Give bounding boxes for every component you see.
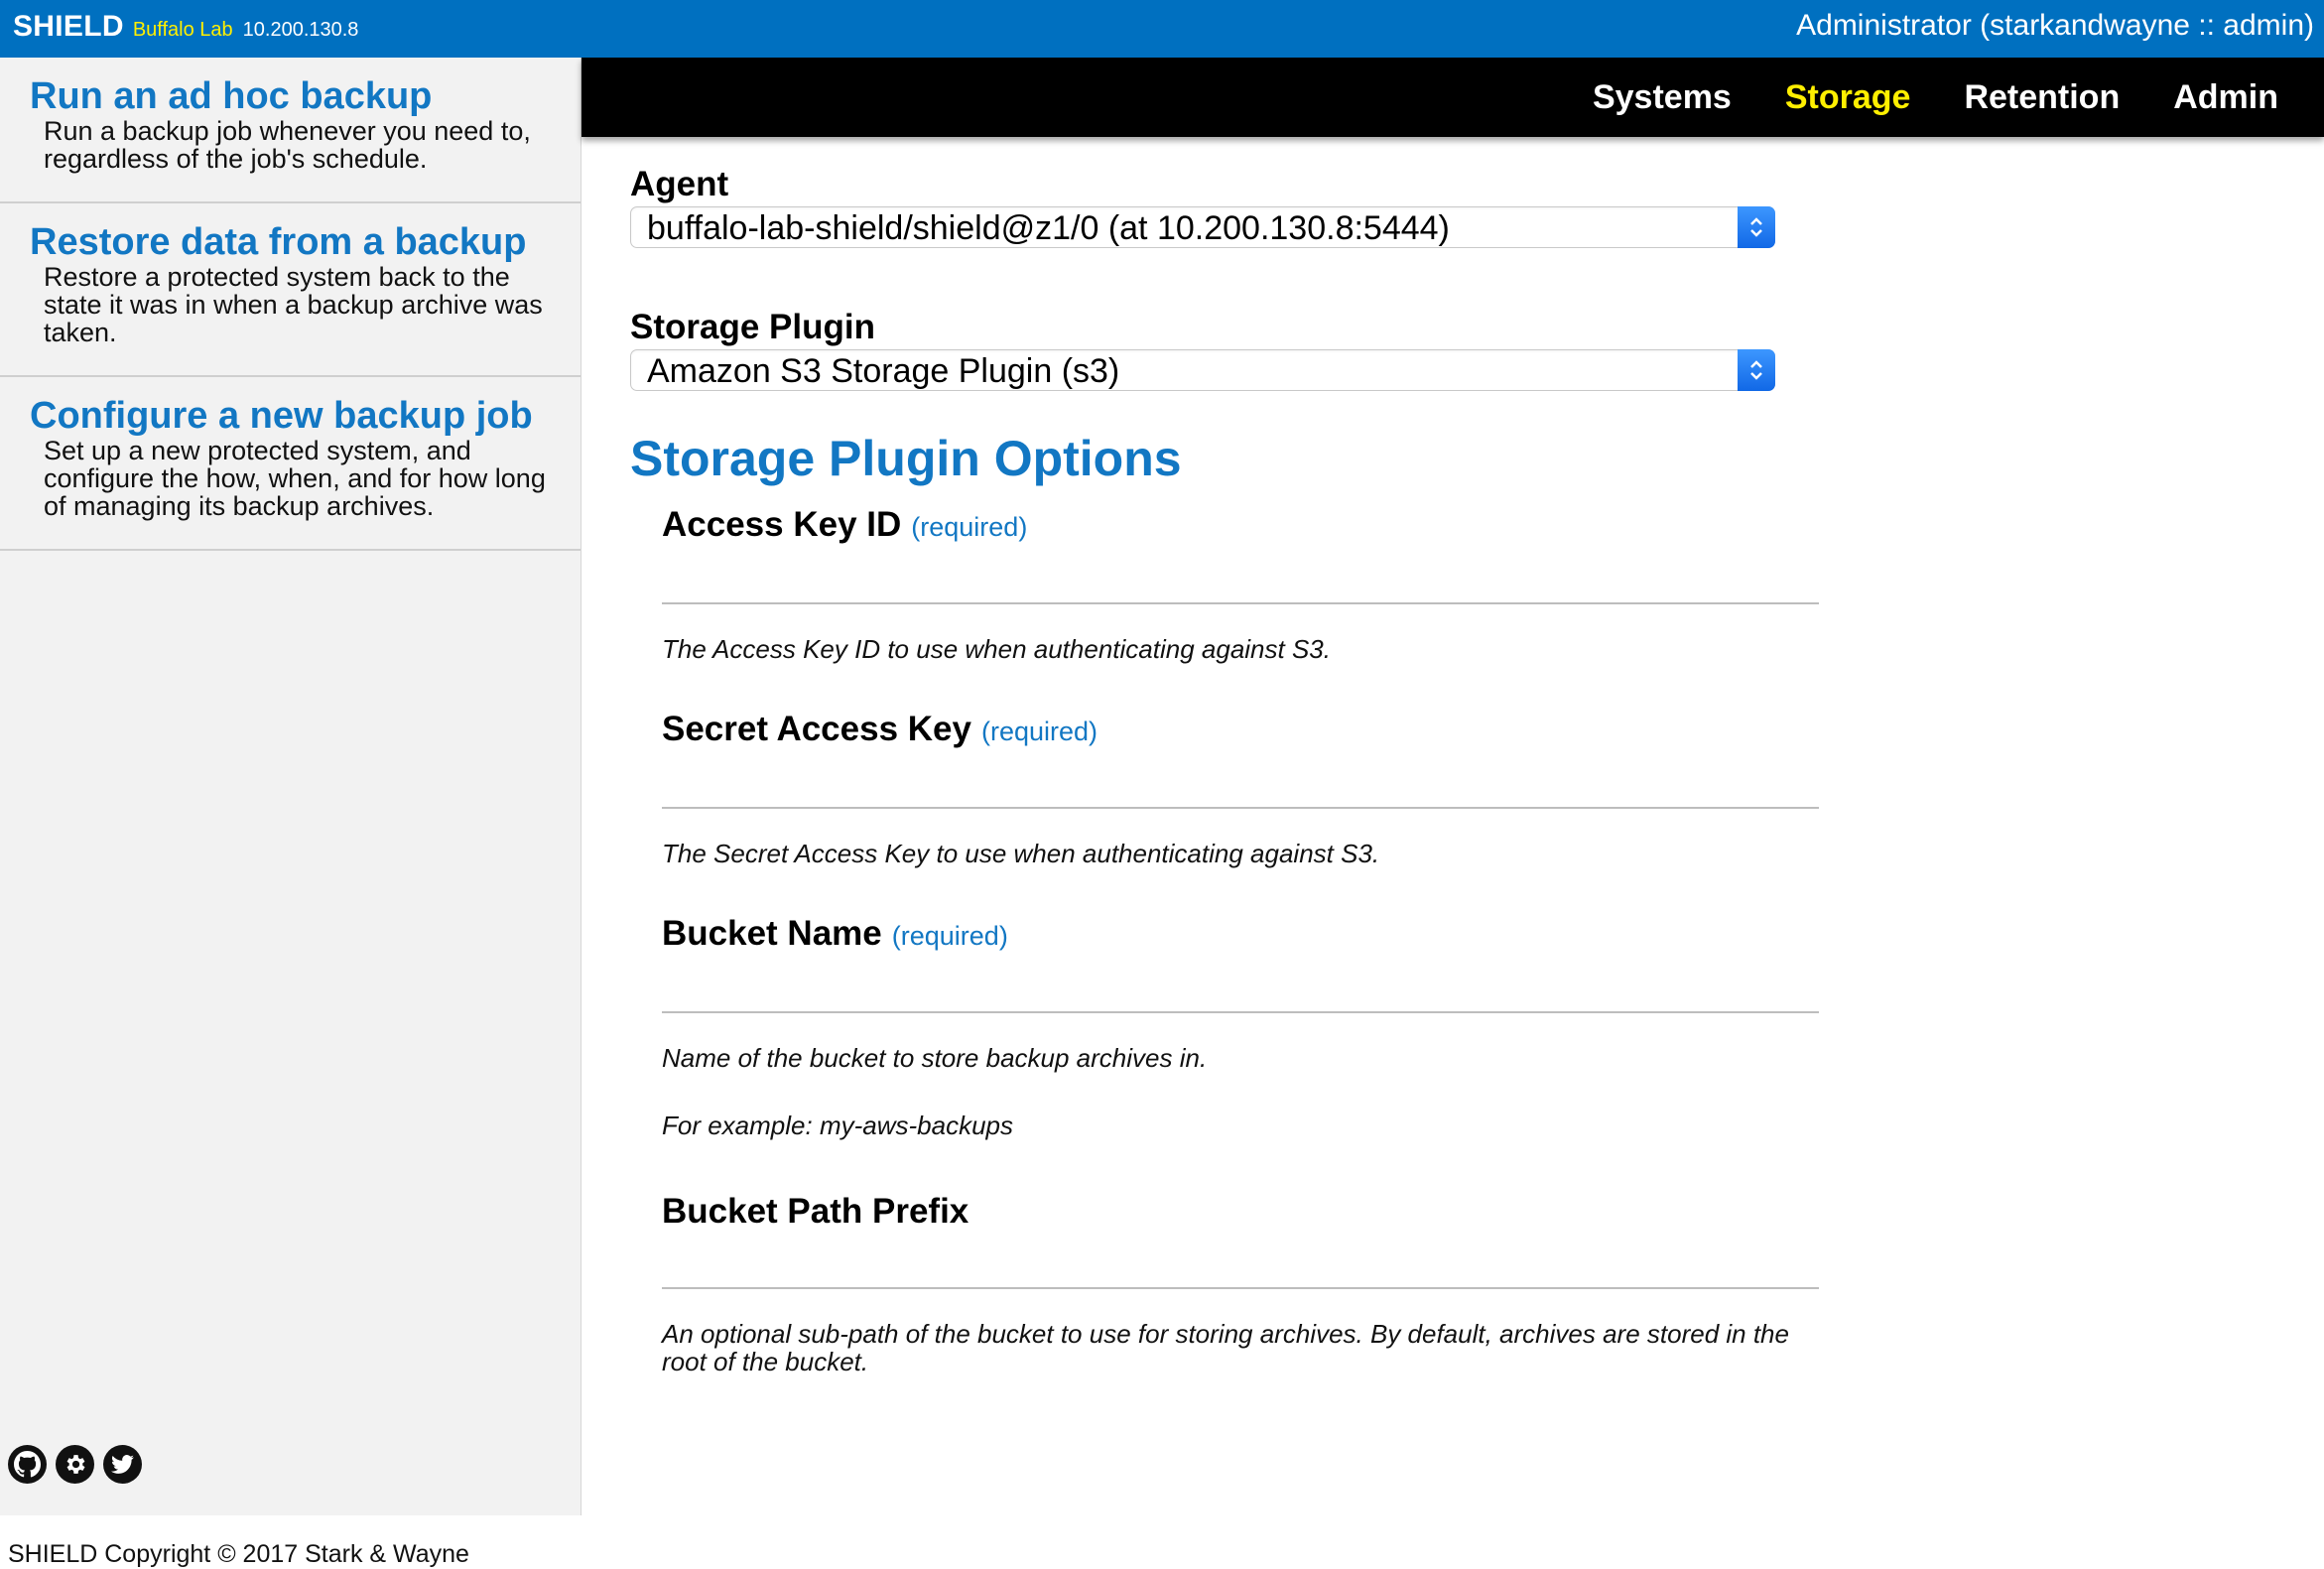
brand-name[interactable]: SHIELD (13, 10, 124, 44)
access-key-id-input[interactable] (662, 547, 1819, 604)
nav-storage[interactable]: Storage (1785, 78, 1911, 117)
nav-systems[interactable]: Systems (1593, 78, 1732, 117)
option-secret-access-key: Secret Access Key (required) The Secret … (662, 710, 1819, 867)
bucket-name-example: For example: my-aws-backups (662, 1111, 1013, 1140)
configure-job-description: Set up a new protected system, and confi… (44, 436, 546, 521)
gear-icon[interactable] (56, 1445, 94, 1484)
option-bucket-name: Bucket Name (required) Name of the bucke… (662, 914, 1819, 1139)
twitter-icon[interactable] (103, 1445, 142, 1484)
environment-ip: 10.200.130.8 (242, 19, 359, 41)
sidebar-item-configure-job: Configure a new backup job Set up a new … (0, 377, 581, 551)
bucket-path-prefix-label: Bucket Path Prefix (662, 1192, 969, 1231)
select-stepper-icon (1738, 349, 1775, 391)
secret-access-key-help: The Secret Access Key to use when authen… (662, 839, 1380, 868)
sidebar-item-adhoc-backup: Run an ad hoc backup Run a backup job wh… (0, 58, 581, 203)
bucket-name-label: Bucket Name (662, 914, 882, 953)
plugin-options-title: Storage Plugin Options (630, 431, 1182, 486)
nav-retention[interactable]: Retention (1964, 78, 2120, 117)
bucket-path-prefix-help: An optional sub-path of the bucket to us… (662, 1319, 1789, 1376)
required-tag: (required) (911, 512, 1028, 542)
storage-form: Agent buffalo-lab-shield/shield@z1/0 (at… (630, 165, 1821, 1375)
required-tag: (required) (891, 921, 1008, 951)
storage-plugin-select[interactable]: Amazon S3 Storage Plugin (s3) (630, 349, 1775, 391)
access-key-id-help: The Access Key ID to use when authentica… (662, 634, 1331, 664)
github-icon[interactable] (8, 1445, 47, 1484)
secret-access-key-input[interactable] (662, 751, 1819, 809)
access-key-id-label: Access Key ID (662, 505, 902, 544)
storage-plugin-label: Storage Plugin (630, 308, 875, 346)
copyright: SHIELD Copyright © 2017 Stark & Wayne (8, 1540, 469, 1568)
agent-select-value: buffalo-lab-shield/shield@z1/0 (at 10.20… (647, 209, 1450, 247)
bucket-path-prefix-input[interactable] (662, 1232, 1819, 1289)
environment-name: Buffalo Lab (132, 19, 233, 41)
bucket-name-input[interactable] (662, 956, 1819, 1013)
agent-select[interactable]: buffalo-lab-shield/shield@z1/0 (at 10.20… (630, 206, 1775, 248)
adhoc-backup-description: Run a backup job whenever you need to, r… (44, 116, 531, 174)
agent-label: Agent (630, 165, 729, 203)
secret-access-key-label: Secret Access Key (662, 710, 971, 748)
bucket-name-help: Name of the bucket to store backup archi… (662, 1043, 1208, 1073)
brand[interactable]: SHIELD Buffalo Lab 10.200.130.8 (13, 10, 358, 48)
restore-description: Restore a protected system back to the s… (44, 262, 543, 347)
adhoc-backup-link[interactable]: Run an ad hoc backup (30, 74, 551, 118)
select-stepper-icon (1738, 206, 1775, 248)
option-access-key-id: Access Key ID (required) The Access Key … (662, 505, 1819, 663)
required-tag: (required) (980, 717, 1098, 746)
sidebar: Run an ad hoc backup Run a backup job wh… (0, 58, 581, 1568)
option-bucket-path-prefix: Bucket Path Prefix An optional sub-path … (662, 1192, 1819, 1375)
restore-link[interactable]: Restore data from a backup (30, 220, 551, 264)
user-menu[interactable]: Administrator (starkandwayne :: admin) (1796, 9, 2314, 43)
nav-admin[interactable]: Admin (2173, 78, 2278, 117)
sidebar-item-restore: Restore data from a backup Restore a pro… (0, 203, 581, 377)
configure-job-link[interactable]: Configure a new backup job (30, 394, 551, 438)
main-nav: Systems Storage Retention Admin (581, 58, 2324, 137)
social-links (8, 1445, 142, 1484)
storage-plugin-select-value: Amazon S3 Storage Plugin (s3) (647, 352, 1120, 390)
top-bar: SHIELD Buffalo Lab 10.200.130.8 Administ… (0, 0, 2324, 58)
